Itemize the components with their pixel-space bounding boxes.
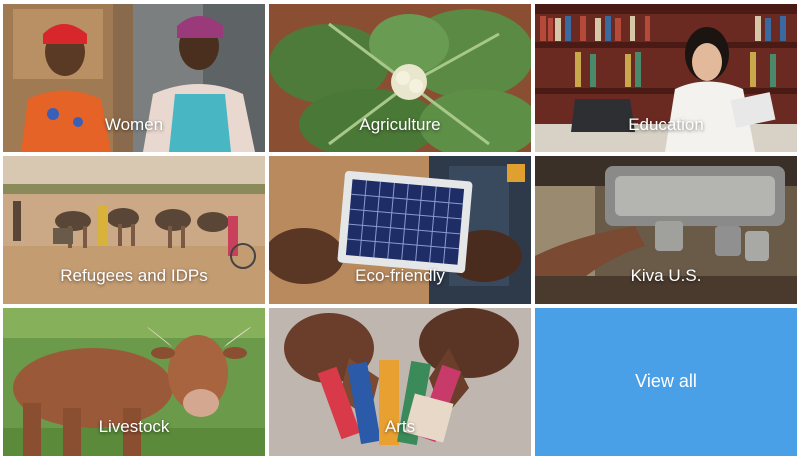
category-tile-education[interactable]: Education	[535, 4, 797, 152]
tile-label-kiva-us: Kiva U.S.	[630, 266, 702, 285]
category-tile-arts[interactable]: Arts	[269, 308, 531, 456]
category-tile-livestock[interactable]: Livestock	[3, 308, 265, 456]
view-all-label: View all	[635, 371, 697, 391]
category-tile-women[interactable]: Women	[3, 4, 265, 152]
tile-label-arts: Arts	[384, 417, 416, 436]
category-grid: Women Agriculture Education Refugees and…	[0, 0, 800, 456]
view-all-button[interactable]: View all	[535, 308, 797, 456]
tile-label-livestock: Livestock	[98, 417, 170, 436]
category-tile-kiva-us[interactable]: Kiva U.S.	[535, 156, 797, 304]
tile-label-agriculture: Agriculture	[359, 115, 441, 134]
tile-label-education: Education	[628, 115, 704, 134]
tile-label-refugees-and-idps: Refugees and IDPs	[60, 266, 208, 285]
tile-label-eco-friendly: Eco-friendly	[355, 266, 445, 285]
category-tile-agriculture[interactable]: Agriculture	[269, 4, 531, 152]
tile-label-women: Women	[104, 115, 164, 134]
category-tile-refugees-and-idps[interactable]: Refugees and IDPs	[3, 156, 265, 304]
category-tile-eco-friendly[interactable]: Eco-friendly	[269, 156, 531, 304]
